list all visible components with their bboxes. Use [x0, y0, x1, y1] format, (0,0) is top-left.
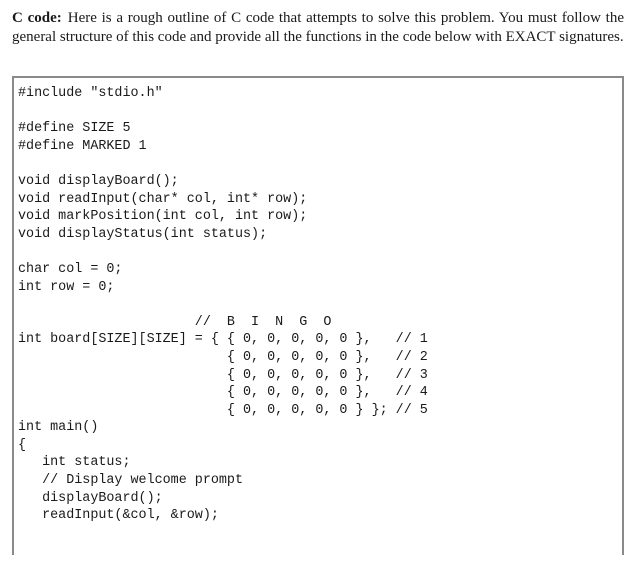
code-line-call-readinput: readInput(&col, &row); — [18, 508, 219, 524]
code-line-status-decl: int status; — [18, 455, 131, 471]
code-line-row-decl: int row = 0; — [18, 279, 115, 295]
code-line-col-decl: char col = 0; — [18, 261, 123, 277]
code-line-board-row-2: { 0, 0, 0, 0, 0 }, // 2 — [18, 349, 428, 365]
code-listing: #include "stdio.h" #define SIZE 5 #define … — [18, 85, 428, 525]
code-line-welcome-comment: // Display welcome prompt — [18, 473, 243, 489]
code-line-open-brace: { — [18, 437, 27, 453]
code-line-proto-displaystatus: void displayStatus(int status); — [18, 226, 268, 242]
code-line-board-row-4: { 0, 0, 0, 0, 0 }, // 4 — [18, 385, 428, 401]
code-line-proto-displayboard: void displayBoard(); — [18, 173, 179, 189]
code-line-bingo-header-comment: // B I N G O — [18, 314, 332, 330]
intro-paragraph: C code: Here is a rough outline of C code… — [12, 9, 624, 47]
code-listing-box: #include "stdio.h" #define SIZE 5 #define … — [12, 76, 624, 555]
code-line-call-displayboard: displayBoard(); — [18, 490, 163, 506]
code-line-define-size: #define SIZE 5 — [18, 121, 131, 137]
code-line-proto-readinput: void readInput(char* col, int* row); — [18, 191, 308, 207]
intro-text: Here is a rough outline of C code that a… — [12, 10, 624, 45]
code-line-board-row-3: { 0, 0, 0, 0, 0 }, // 3 — [18, 367, 428, 383]
code-line-board-row-1: int board[SIZE][SIZE] = { { 0, 0, 0, 0, … — [18, 332, 428, 348]
code-line-proto-markposition: void markPosition(int col, int row); — [18, 209, 308, 225]
code-line-board-row-5: { 0, 0, 0, 0, 0 } }; // 5 — [18, 402, 428, 418]
code-line-include: #include "stdio.h" — [18, 86, 163, 101]
intro-lead: C code: — [12, 10, 62, 26]
code-line-main-signature: int main() — [18, 420, 99, 436]
code-line-define-marked: #define MARKED 1 — [18, 138, 147, 154]
